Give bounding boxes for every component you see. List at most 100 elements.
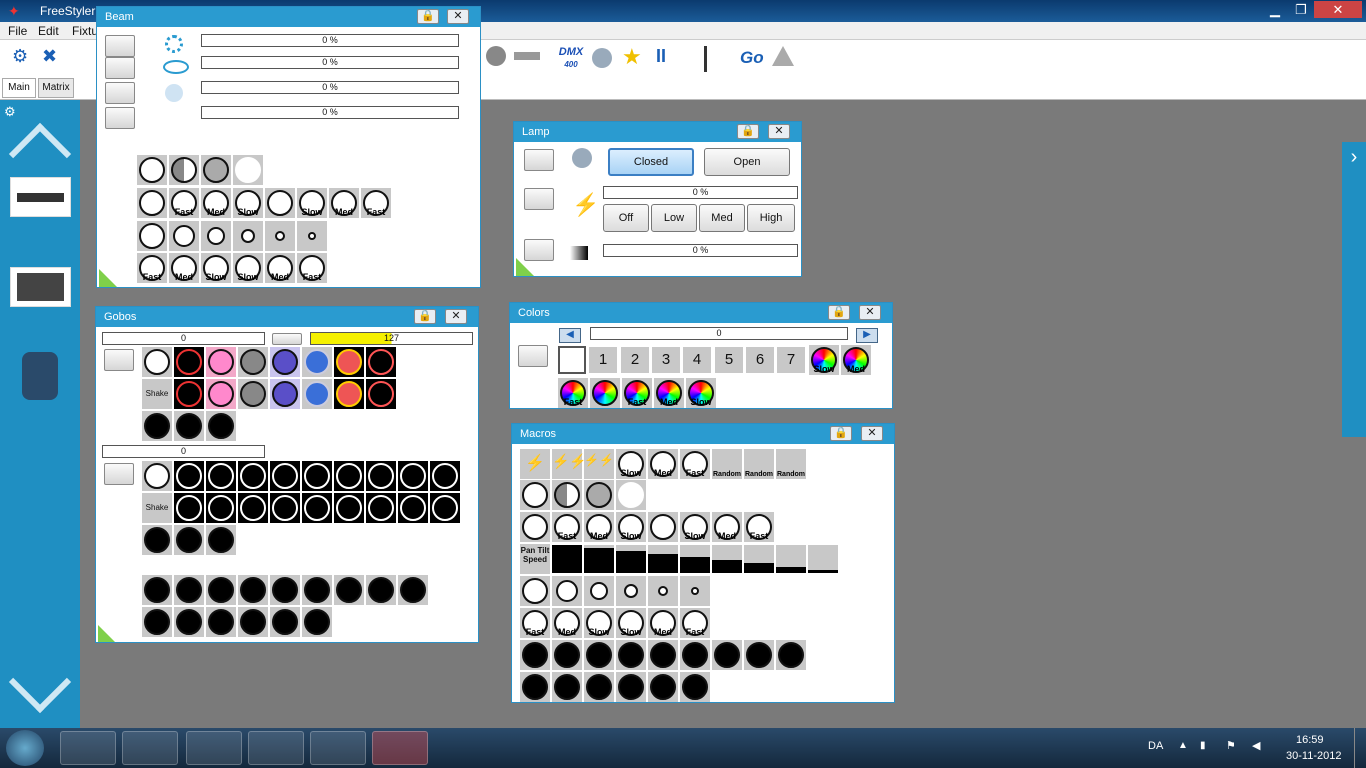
macro-dial-5[interactable] [648,640,678,670]
gobo1-slot-7[interactable] [366,347,396,377]
color-cycle-med[interactable]: Med [654,378,684,408]
gobo-index-6[interactable] [302,575,332,605]
beam-iris-size-5[interactable] [265,221,295,251]
pt-speed-6[interactable] [712,545,742,573]
beam-iris-size-4[interactable] [233,221,263,251]
macro-spin-3[interactable] [584,672,614,702]
taskbar-save-app[interactable] [310,731,366,765]
gobo1-slot-3[interactable] [238,347,268,377]
color-next-arrow-icon[interactable]: ▶ [856,328,878,343]
macro-dial-2[interactable] [552,640,582,670]
focus-bar[interactable]: 0 % [201,81,459,94]
gobo1-shake-4[interactable] [270,379,300,409]
gobo2-slot-5[interactable] [302,461,332,491]
macro-strobe-1[interactable]: ⚡ [520,449,550,479]
macros-lock-icon[interactable]: 🔒 [830,426,852,441]
taskbar-freestyler[interactable] [372,731,428,765]
color-wheel-bar[interactable]: 0 [590,327,848,340]
color-cycle-fast[interactable]: Fast [558,378,588,408]
lamp-intensity-bar[interactable]: 0 % [603,186,798,199]
colors-button[interactable] [518,345,548,367]
gobo1-slot-4[interactable] [270,347,300,377]
macro-spin-6[interactable] [680,672,710,702]
macro-iris-3[interactable] [584,576,614,606]
menu-file[interactable]: File [8,24,27,38]
taskbar-chrome[interactable] [248,731,304,765]
gobo1-rotate-left[interactable] [142,411,172,441]
macro-random-1[interactable]: Random [712,449,742,479]
color-7[interactable]: 7 [777,347,805,373]
show-desktop-button[interactable] [1354,728,1366,768]
macro-random-2[interactable]: Random [744,449,774,479]
macro-iris-1[interactable] [520,576,550,606]
iris-bar[interactable]: 0 % [201,34,459,47]
zoom-bar[interactable]: 0 % [201,56,459,69]
gobo2-slot-6[interactable] [334,461,364,491]
beam-iris-size-1[interactable] [137,221,167,251]
network-icon[interactable]: ▮ [1200,740,1206,751]
remove-fixture-icon[interactable]: ✖ [42,46,64,68]
tab-main[interactable]: Main [2,78,36,98]
gobo1-rotate-right[interactable] [174,411,204,441]
fixture-thumb-panel[interactable] [10,267,71,307]
gobo-index-9[interactable] [398,575,428,605]
gobo2-shake-6[interactable] [334,493,364,523]
gobo1-shake-5[interactable] [302,379,332,409]
gobo-index-1[interactable] [142,575,172,605]
menu-edit[interactable]: Edit [38,24,59,38]
macro-dial-9[interactable] [776,640,806,670]
gobo2-slot-9[interactable] [430,461,460,491]
clock-date[interactable]: 30-11-2012 [1286,750,1341,762]
macro-pulse-4[interactable] [648,512,678,542]
lamp-resize-handle[interactable] [516,258,534,276]
moving-head-icon[interactable] [22,352,58,400]
beam-iris-size-6[interactable] [297,221,327,251]
macro-shutter-1[interactable] [520,480,550,510]
gobo-index-5[interactable] [270,575,300,605]
pt-speed-2[interactable] [584,545,614,573]
lamp-lock-icon[interactable]: 🔒 [737,124,759,139]
gobo1-shake-3[interactable] [238,379,268,409]
macro-irisfx-5[interactable]: Fast [680,608,710,638]
frost-bar[interactable]: 0 % [201,106,459,119]
color-rainbow-med[interactable]: Med [841,345,871,375]
gobo2-shake-3[interactable] [238,493,268,523]
pt-speed-4[interactable] [648,545,678,573]
color-cycle-slow[interactable]: Slow [686,378,716,408]
beam-iris-fx-0[interactable]: Fast [137,253,167,283]
macro-shutter-2[interactable] [552,480,582,510]
beam-strobe-2[interactable]: Med [201,188,231,218]
gobo1-shake-1[interactable] [174,379,204,409]
colors-close-button[interactable]: ✕ [859,305,881,320]
macro-dial-4[interactable] [616,640,646,670]
go-button[interactable]: Go [740,48,764,68]
macro-strobe-2[interactable]: ⚡⚡ [552,449,587,479]
gobo1-bar[interactable]: 0 [102,332,265,345]
gobo2-rotate-left[interactable] [142,525,172,555]
lamp-button-2[interactable] [524,188,554,210]
macro-strobe-med[interactable]: Med [648,449,678,479]
lamp-closed-button[interactable]: Closed [608,148,694,176]
gobo2-rotate-stop[interactable] [206,525,236,555]
macro-dial-6[interactable] [680,640,710,670]
macro-irisfx-0[interactable]: Fast [520,608,550,638]
macro-dial-7[interactable] [712,640,742,670]
gobo-spin-5[interactable] [270,607,300,637]
beam-button-2[interactable] [105,57,135,79]
macro-irisfx-4[interactable]: Med [648,608,678,638]
macro-pulse-0[interactable] [520,512,550,542]
beam-shutter-half[interactable] [201,155,231,185]
gobo2-rotate-right[interactable] [174,525,204,555]
beam-iris-fx-5[interactable]: Fast [297,253,327,283]
gobo2-shake-5[interactable] [302,493,332,523]
macro-iris-6[interactable] [680,576,710,606]
gobos-close-button[interactable]: ✕ [445,309,467,324]
taskbar-explorer[interactable] [122,731,178,765]
gobo-index-3[interactable] [206,575,236,605]
colors-lock-icon[interactable]: 🔒 [828,305,850,320]
fixture-thumb-bar[interactable] [10,177,71,217]
macro-dial-3[interactable] [584,640,614,670]
gobo2-slot-3[interactable] [238,461,268,491]
pt-speed-8[interactable] [776,545,806,573]
gobo1-rotate-stop[interactable] [206,411,236,441]
